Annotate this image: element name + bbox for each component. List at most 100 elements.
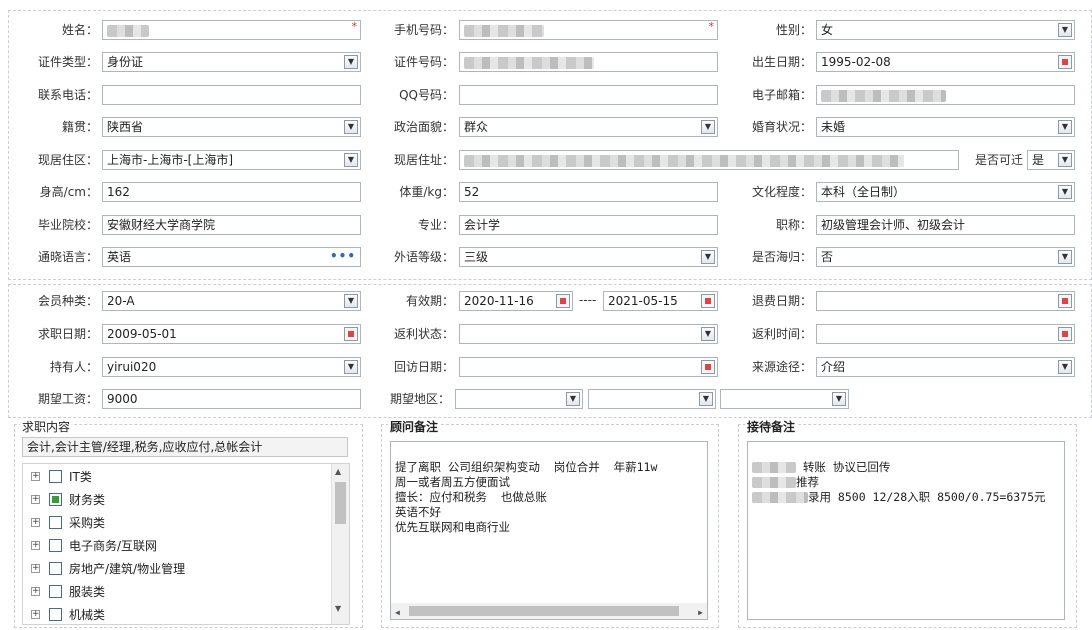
- current-address-label: 现居住址：: [393, 153, 454, 167]
- title-field[interactable]: 初级管理会计师、初级会计: [816, 215, 1075, 235]
- reception-notes-textarea[interactable]: 转账 协议已回传 推荐 录用 8500 12/28入职 8500/0.75=6375…: [747, 441, 1065, 620]
- chevron-down-icon[interactable]: ▼: [1058, 250, 1072, 264]
- gender-select[interactable]: 女 ▼: [816, 20, 1075, 40]
- holder-select[interactable]: yirui020 ▼: [102, 357, 361, 377]
- plus-square-icon[interactable]: +: [31, 587, 40, 596]
- chevron-down-icon[interactable]: ▼: [1058, 360, 1072, 374]
- email-redacted: [821, 89, 946, 102]
- validity-start-field[interactable]: 2020-11-16: [459, 291, 573, 311]
- chevron-down-icon[interactable]: ▼: [344, 153, 358, 167]
- calendar-icon[interactable]: [1058, 294, 1072, 308]
- triangle-right-icon[interactable]: ▶: [698, 605, 703, 619]
- plus-square-icon[interactable]: +: [31, 518, 40, 527]
- email-field[interactable]: [816, 85, 1075, 105]
- name-label: 姓名：: [61, 23, 98, 37]
- weight-field[interactable]: 52: [459, 182, 718, 202]
- political-select[interactable]: 群众 ▼: [459, 117, 718, 137]
- chevron-down-icon[interactable]: ▼: [566, 392, 580, 406]
- triangle-left-icon[interactable]: ◀: [395, 605, 400, 619]
- overseas-label: 是否海归：: [751, 250, 812, 264]
- name-field[interactable]: *: [102, 20, 361, 40]
- tree-checkbox[interactable]: [49, 562, 62, 575]
- calendar-icon[interactable]: [701, 360, 715, 374]
- tree-checkbox[interactable]: [49, 585, 62, 598]
- tree-checkbox[interactable]: [49, 539, 62, 552]
- chevron-down-icon[interactable]: ▼: [1058, 120, 1072, 134]
- rebate-status-select[interactable]: ▼: [459, 324, 718, 344]
- school-field[interactable]: 安徽财经大学商学院: [102, 215, 361, 235]
- education-select[interactable]: 本科（全日制） ▼: [816, 182, 1075, 202]
- id-type-select[interactable]: 身份证 ▼: [102, 52, 361, 72]
- plus-square-icon[interactable]: +: [31, 472, 40, 481]
- rebate-status-label: 返利状态：: [393, 327, 454, 341]
- current-area-select[interactable]: 上海市-上海市-[上海市] ▼: [102, 150, 361, 170]
- height-field[interactable]: 162: [102, 182, 361, 202]
- major-field[interactable]: 会计学: [459, 215, 718, 235]
- scrollbar-thumb[interactable]: [335, 482, 346, 524]
- triangle-down-icon[interactable]: ▼: [335, 604, 341, 613]
- plus-square-icon[interactable]: +: [31, 541, 40, 550]
- plus-square-icon[interactable]: +: [31, 495, 40, 504]
- chevron-down-icon[interactable]: ▼: [1058, 23, 1072, 37]
- language-field[interactable]: 英语 •••: [102, 247, 361, 267]
- chevron-down-icon[interactable]: ▼: [701, 327, 715, 341]
- qq-field[interactable]: [459, 85, 718, 105]
- ellipsis-icon[interactable]: •••: [330, 248, 356, 265]
- tree-item-label: IT类: [69, 470, 92, 484]
- job-date-field[interactable]: 2009-05-01: [102, 324, 361, 344]
- calendar-icon[interactable]: [1058, 327, 1072, 341]
- chevron-down-icon[interactable]: ▼: [344, 120, 358, 134]
- birth-date-field[interactable]: 1995-02-08: [816, 52, 1075, 72]
- salary-field[interactable]: 9000: [102, 389, 361, 409]
- chevron-down-icon[interactable]: ▼: [344, 360, 358, 374]
- salary-label: 期望工资：: [37, 392, 98, 406]
- plus-square-icon[interactable]: +: [31, 610, 40, 619]
- native-place-select[interactable]: 陕西省 ▼: [102, 117, 361, 137]
- calendar-icon[interactable]: [1058, 55, 1072, 69]
- phone-field[interactable]: [102, 85, 361, 105]
- region-province-select[interactable]: ▼: [455, 389, 583, 409]
- current-address-field[interactable]: [459, 150, 959, 170]
- calendar-icon[interactable]: [344, 327, 358, 341]
- tree-checkbox-checked[interactable]: [49, 493, 62, 506]
- chevron-down-icon[interactable]: ▼: [832, 392, 846, 406]
- tree-scrollbar[interactable]: ▲ ▼: [331, 464, 349, 624]
- gender-label: 性别：: [775, 23, 812, 37]
- job-category-tree[interactable]: + IT类 + 财务类 + 采购类 + 电子商务/互联网 + 房地产/建筑/物业…: [22, 463, 350, 625]
- advisor-notes-hscrollbar[interactable]: ◀ ▶: [391, 603, 707, 619]
- lang-level-select[interactable]: 三级 ▼: [459, 247, 718, 267]
- relocate-select[interactable]: 是 ▼: [1027, 150, 1075, 170]
- rebate-time-field[interactable]: [816, 324, 1075, 344]
- chevron-down-icon[interactable]: ▼: [701, 250, 715, 264]
- tree-checkbox[interactable]: [49, 608, 62, 621]
- overseas-select[interactable]: 否 ▼: [816, 247, 1075, 267]
- source-select[interactable]: 介绍 ▼: [816, 357, 1075, 377]
- validity-end-field[interactable]: 2021-05-15: [603, 291, 718, 311]
- chevron-down-icon[interactable]: ▼: [699, 392, 713, 406]
- region-city-select[interactable]: ▼: [588, 389, 716, 409]
- triangle-up-icon[interactable]: ▲: [335, 467, 341, 476]
- member-type-select[interactable]: 20-A ▼: [102, 291, 361, 311]
- id-number-field[interactable]: [459, 52, 718, 72]
- calendar-icon[interactable]: [556, 294, 570, 308]
- tree-item-label: 财务类: [69, 493, 106, 507]
- refund-date-field[interactable]: [816, 291, 1075, 311]
- calendar-icon[interactable]: [701, 294, 715, 308]
- tree-checkbox[interactable]: [49, 516, 62, 529]
- school-label: 毕业院校：: [37, 218, 98, 232]
- mobile-field[interactable]: *: [459, 20, 718, 40]
- chevron-down-icon[interactable]: ▼: [344, 55, 358, 69]
- marital-select[interactable]: 未婚 ▼: [816, 117, 1075, 137]
- advisor-notes-textarea[interactable]: 提了离职 公司组织架构变动 岗位合并 年薪11w 周一或者周五方便面试 擅长：应付和…: [390, 441, 708, 620]
- required-marker: *: [351, 20, 358, 33]
- chevron-down-icon[interactable]: ▼: [1058, 153, 1072, 167]
- region-district-select[interactable]: ▼: [720, 389, 849, 409]
- chevron-down-icon[interactable]: ▼: [344, 294, 358, 308]
- tree-checkbox[interactable]: [49, 470, 62, 483]
- phone-label: 联系电话：: [37, 88, 98, 102]
- plus-square-icon[interactable]: +: [31, 564, 40, 573]
- visit-date-field[interactable]: [459, 357, 718, 377]
- scrollbar-thumb[interactable]: [409, 606, 679, 616]
- chevron-down-icon[interactable]: ▼: [701, 120, 715, 134]
- chevron-down-icon[interactable]: ▼: [1058, 185, 1072, 199]
